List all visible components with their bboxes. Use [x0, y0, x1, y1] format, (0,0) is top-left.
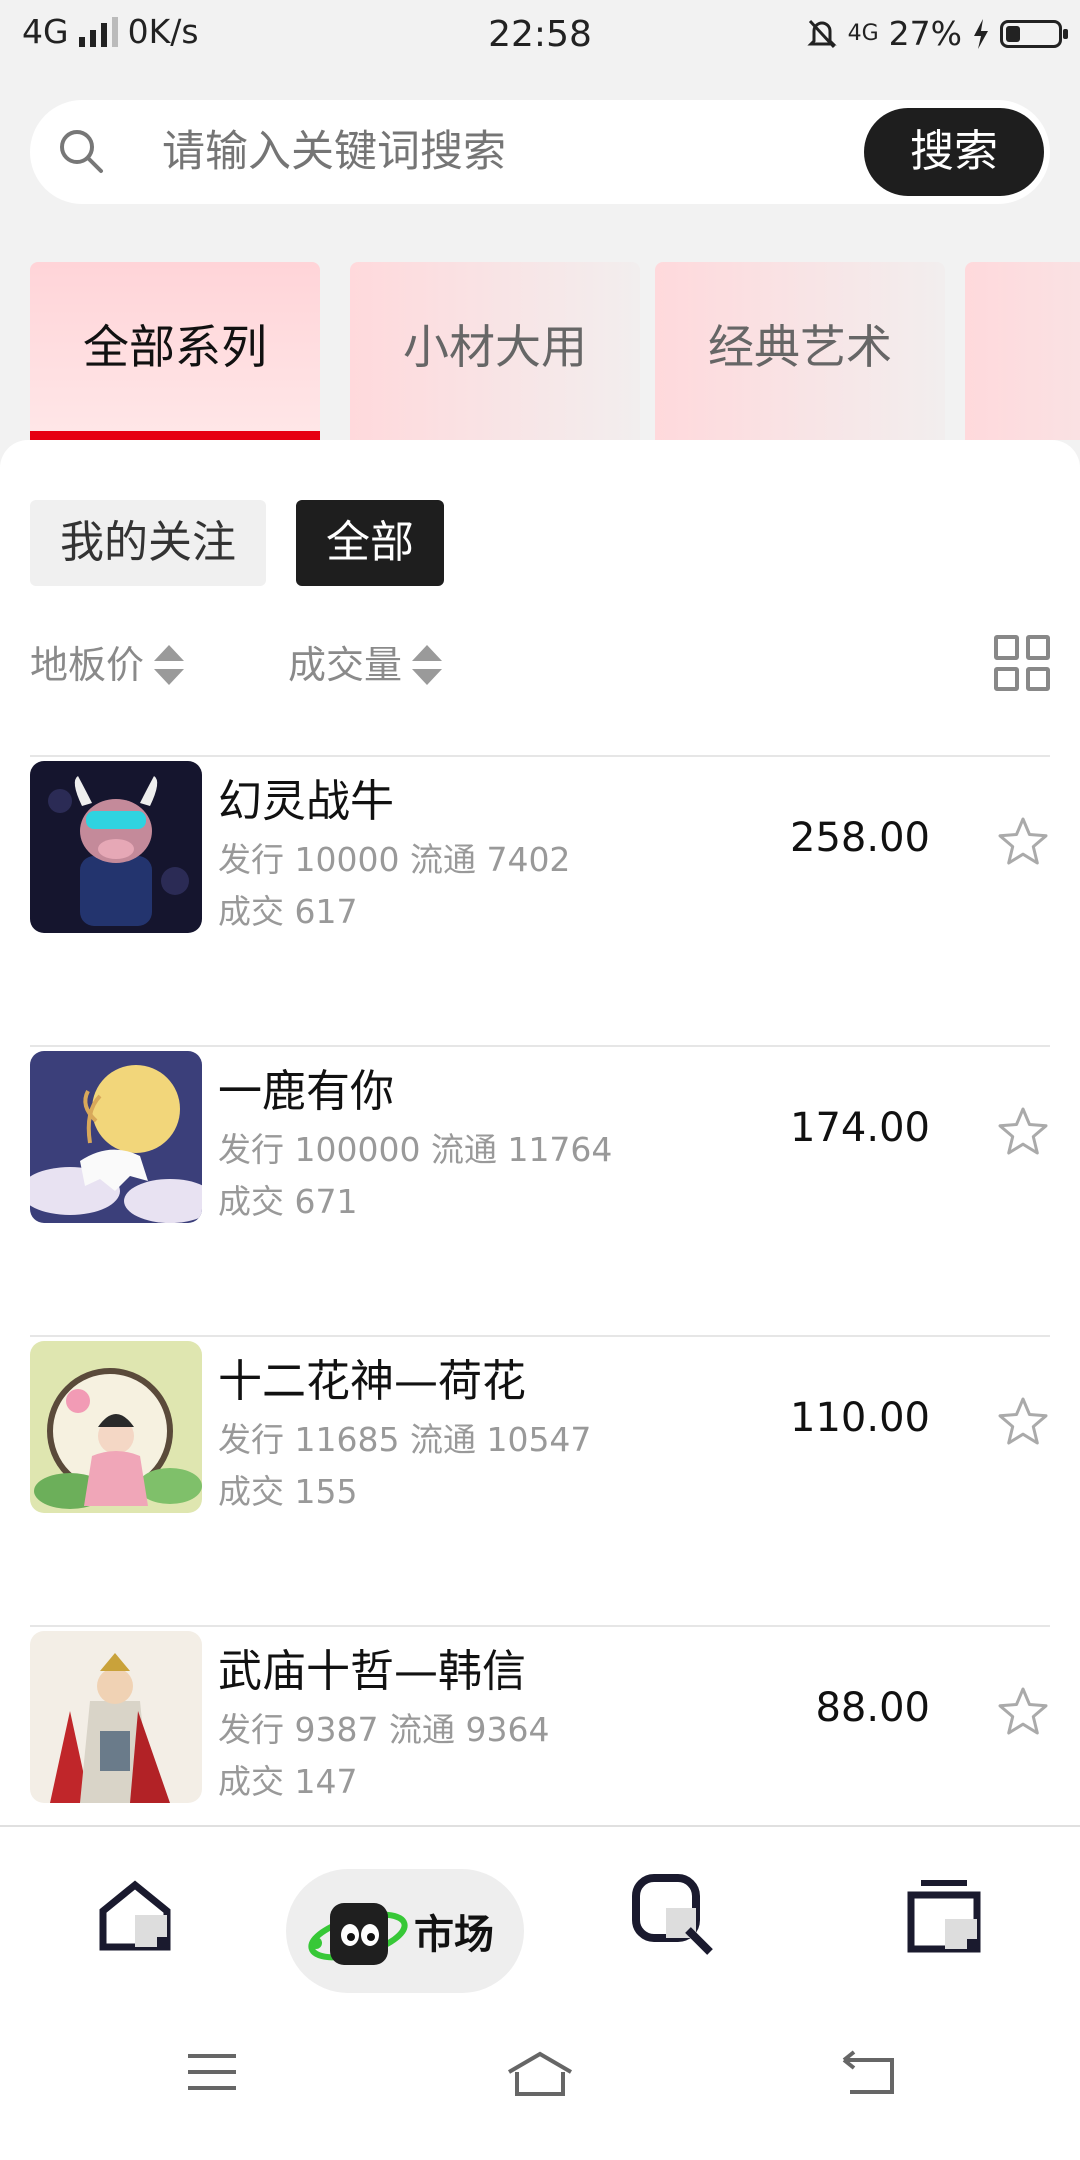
- star-icon[interactable]: [996, 1105, 1050, 1159]
- item-name: 幻灵战牛: [218, 776, 394, 827]
- item-supply: 发行 9387 流通 9364: [218, 1710, 550, 1749]
- item-name: 十二花神—荷花: [218, 1356, 526, 1407]
- sort-arrows-icon: [412, 643, 443, 687]
- sort-volume-label: 成交量: [288, 643, 403, 687]
- sort-floor-price[interactable]: 地板价: [30, 625, 185, 705]
- system-nav-bar: [0, 2000, 1080, 2160]
- item-supply: 发行 11685 流通 10547: [218, 1420, 592, 1459]
- sort-volume[interactable]: 成交量: [288, 625, 443, 705]
- list-item[interactable]: 一鹿有你 发行 100000 流通 11764 成交 671 174.00: [30, 1045, 1050, 1335]
- grid-view-icon[interactable]: [994, 635, 1050, 691]
- status-bar: 4G 0K/s 22:58 4G 27%: [0, 0, 1080, 72]
- collection-list: 幻灵战牛 发行 10000 流通 7402 成交 617 258.00 一鹿有你…: [30, 755, 1050, 1825]
- item-name: 一鹿有你: [218, 1066, 394, 1117]
- category-tabs: 全部系列 小材大用 经典艺术 海: [30, 262, 1080, 440]
- list-item[interactable]: 武庙十哲—韩信 发行 9387 流通 9364 成交 147 88.00: [30, 1625, 1050, 1825]
- item-price: 174.00: [790, 1105, 930, 1151]
- network-type-right: 4G: [847, 21, 879, 46]
- sort-bar: 地板价 成交量: [30, 625, 1050, 705]
- search-button[interactable]: 搜索: [864, 108, 1044, 196]
- star-icon[interactable]: [996, 815, 1050, 869]
- nav-market[interactable]: 市场: [286, 1869, 524, 1993]
- bottom-nav: 市场: [0, 1825, 1080, 2000]
- item-price: 88.00: [815, 1685, 930, 1731]
- nav-home[interactable]: [90, 1827, 180, 2002]
- item-supply: 发行 10000 流通 7402: [218, 840, 571, 879]
- item-supply: 发行 100000 流通 11764: [218, 1130, 613, 1169]
- search-bar: 搜索: [30, 100, 1050, 204]
- battery-icon: [1000, 19, 1068, 48]
- back-icon[interactable]: [842, 2050, 896, 2096]
- filter-my-follow[interactable]: 我的关注: [30, 500, 266, 586]
- item-deals: 成交 155: [218, 1472, 358, 1511]
- item-name: 武庙十哲—韩信: [218, 1646, 526, 1697]
- sort-floor-price-label: 地板价: [30, 643, 145, 687]
- market-mascot-icon: [308, 1903, 408, 1965]
- item-thumbnail: [30, 1051, 202, 1223]
- search-icon: [60, 130, 103, 173]
- status-right: 4G 27%: [806, 14, 1068, 53]
- item-deals: 成交 147: [218, 1762, 358, 1801]
- charging-icon: [974, 18, 988, 49]
- mute-bell-icon: [806, 19, 837, 48]
- star-icon[interactable]: [996, 1395, 1050, 1449]
- item-deals: 成交 671: [218, 1182, 358, 1221]
- list-item[interactable]: 幻灵战牛 发行 10000 流通 7402 成交 617 258.00: [30, 755, 1050, 1045]
- tab-small-material[interactable]: 小材大用: [350, 262, 640, 440]
- nav-collection[interactable]: [900, 1827, 990, 2002]
- star-icon[interactable]: [996, 1685, 1050, 1739]
- nav-discover[interactable]: [628, 1827, 718, 2002]
- item-price: 258.00: [790, 815, 930, 861]
- home-icon: [99, 1879, 171, 1950]
- item-price: 110.00: [790, 1395, 930, 1441]
- tab-classic-art[interactable]: 经典艺术: [655, 262, 945, 440]
- discover-search-icon: [632, 1873, 713, 1955]
- item-thumbnail: [30, 1341, 202, 1513]
- home-button-icon[interactable]: [505, 2050, 575, 2098]
- sort-arrows-icon: [154, 643, 185, 687]
- item-thumbnail: [30, 1631, 202, 1803]
- search-input[interactable]: [162, 100, 862, 204]
- filter-all[interactable]: 全部: [296, 500, 444, 586]
- item-deals: 成交 617: [218, 892, 358, 931]
- filter-chips: 我的关注 全部: [30, 500, 444, 586]
- nav-market-label: 市场: [414, 1912, 494, 1958]
- tab-partial[interactable]: 海: [965, 262, 1080, 440]
- list-item[interactable]: 十二花神—荷花 发行 11685 流通 10547 成交 155 110.00: [30, 1335, 1050, 1625]
- collection-icon: [907, 1879, 981, 1952]
- menu-icon[interactable]: [186, 2050, 238, 2094]
- main-panel: 我的关注 全部 地板价 成交量 幻灵战牛 发行 10000 流通 7402 成交…: [0, 440, 1080, 1825]
- battery-percent: 27%: [888, 14, 962, 53]
- item-thumbnail: [30, 761, 202, 933]
- tab-all-series[interactable]: 全部系列: [30, 262, 320, 440]
